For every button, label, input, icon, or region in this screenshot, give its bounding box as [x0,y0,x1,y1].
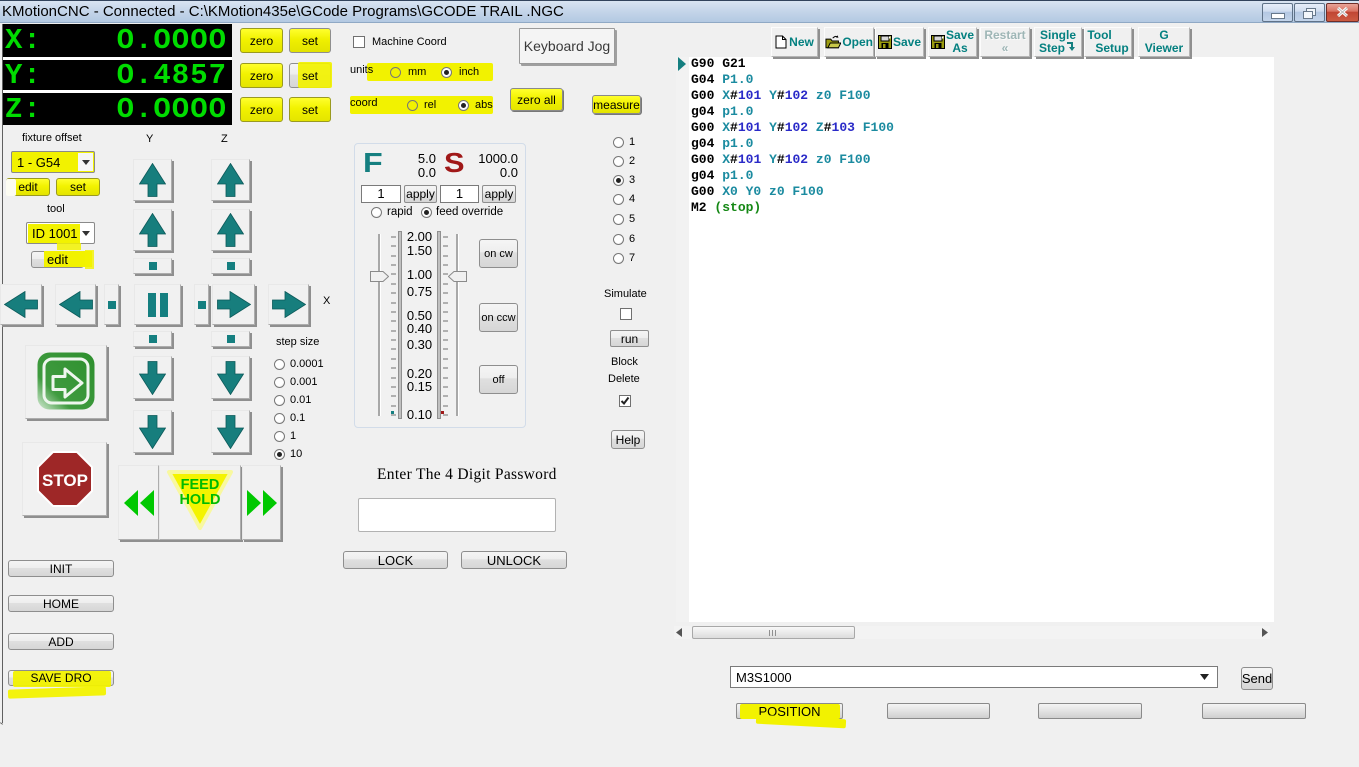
svg-text:FEED: FEED [181,477,220,493]
svg-text:STOP: STOP [42,471,88,490]
svg-text:HOLD: HOLD [179,492,220,508]
